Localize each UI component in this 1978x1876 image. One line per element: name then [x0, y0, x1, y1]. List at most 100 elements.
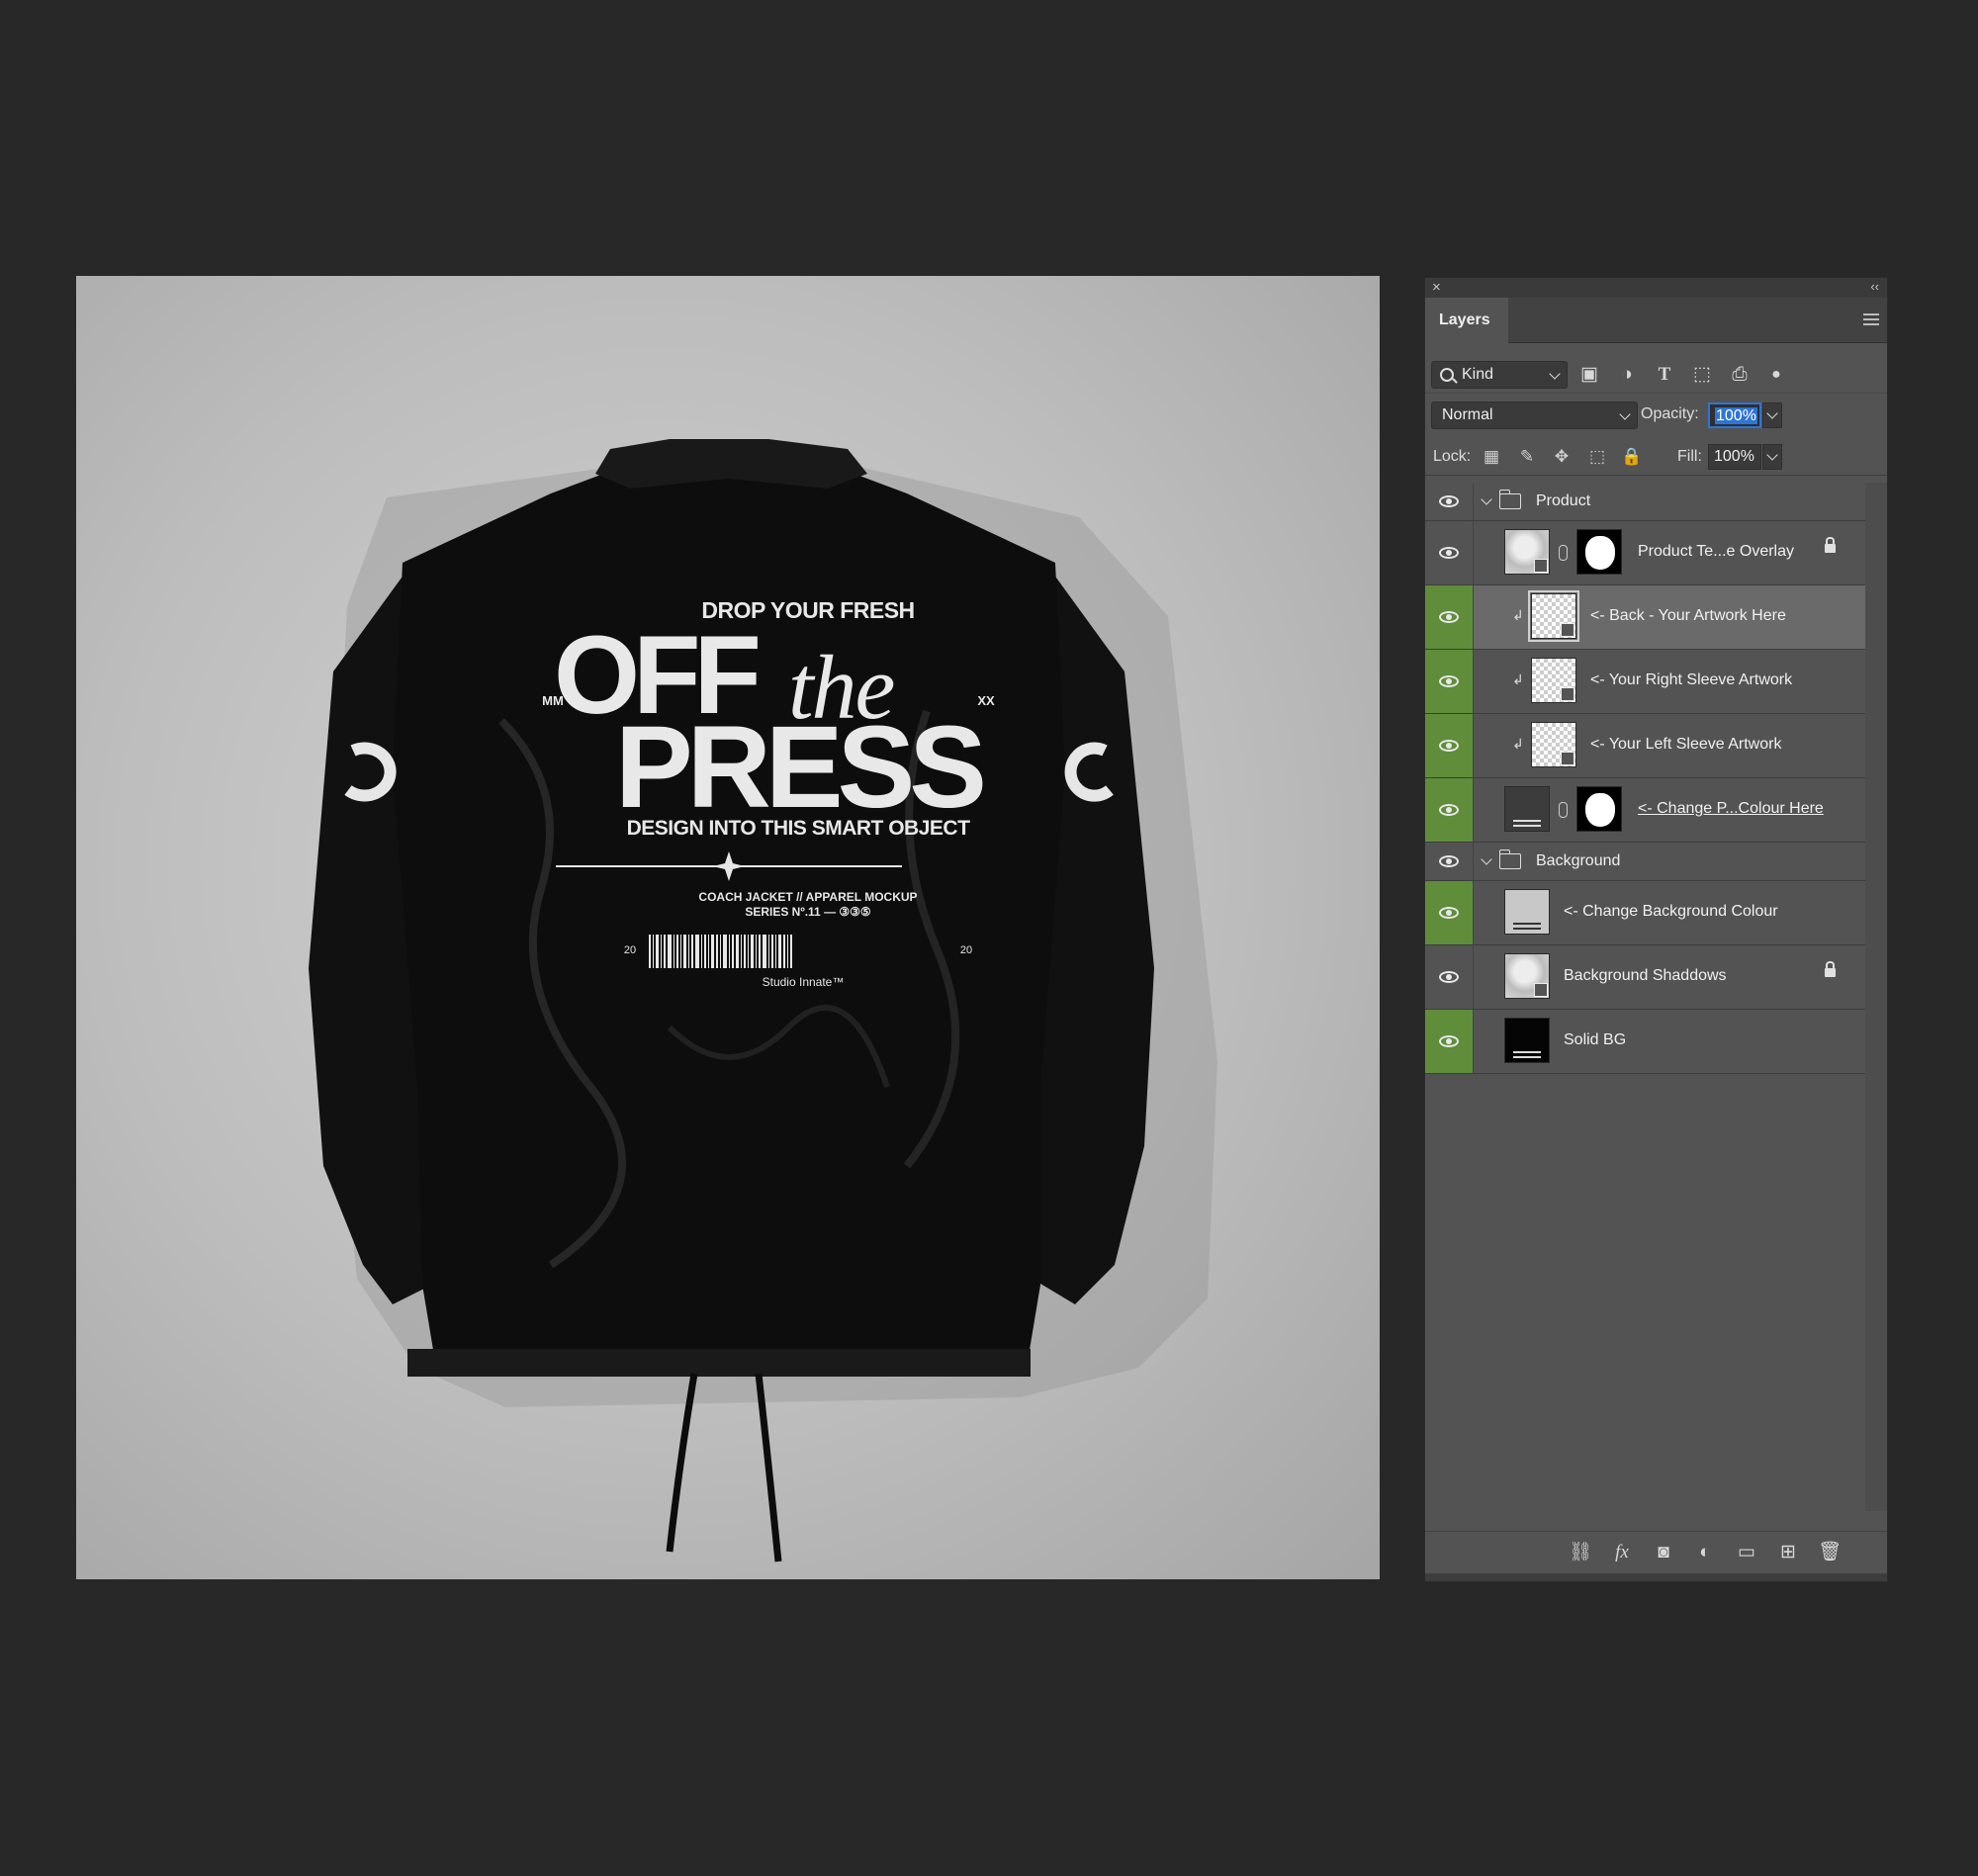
lock-transparent-icon[interactable]: ▦ — [1482, 447, 1501, 467]
search-icon — [1440, 368, 1454, 382]
visibility-toggle[interactable] — [1425, 714, 1473, 777]
visibility-toggle[interactable] — [1425, 1010, 1473, 1073]
mask-link-icon[interactable] — [1559, 802, 1568, 818]
fill-layer-thumbnail — [1504, 889, 1550, 935]
blend-row: Normal Opacity: 100% — [1425, 398, 1887, 433]
layer-solid-bg[interactable]: Solid BG — [1425, 1010, 1865, 1074]
filter-row: Kind ▣ ◑ T ⬚ ⎙ ● — [1425, 357, 1887, 394]
visibility-toggle[interactable] — [1425, 483, 1473, 520]
layer-thumbnail — [1504, 953, 1550, 999]
layer-name: Background — [1536, 852, 1621, 869]
eye-icon — [1439, 804, 1459, 816]
coach-jacket-image — [309, 439, 1217, 1563]
eye-icon — [1439, 971, 1459, 983]
adjustment-filter-icon[interactable]: ◑ — [1616, 364, 1638, 386]
mockup-preview-canvas[interactable]: DROP YOUR FRESH OFF the PRESS MM XX DESI… — [76, 276, 1380, 1579]
filter-toggle-icon[interactable]: ● — [1765, 364, 1787, 386]
layers-list: Product Product Te...e Overlay ↲ <- Back… — [1425, 483, 1865, 1074]
opacity-label: Opacity: — [1641, 405, 1699, 422]
layer-change-background-colour[interactable]: <- Change Background Colour — [1425, 881, 1865, 945]
new-group-icon[interactable]: ▭ — [1735, 1542, 1758, 1563]
layer-name: Background Shaddows — [1564, 967, 1727, 984]
layer-mask-thumbnail[interactable] — [1576, 786, 1622, 832]
chevron-down-icon — [1549, 368, 1561, 380]
lock-label: Lock: — [1433, 448, 1472, 465]
layer-back-artwork[interactable]: ↲ <- Back - Your Artwork Here — [1425, 585, 1865, 650]
collapse-panel-icon[interactable]: ‹‹ — [1870, 279, 1879, 294]
clipping-arrow-icon: ↲ — [1512, 736, 1524, 752]
visibility-toggle[interactable] — [1425, 778, 1473, 842]
layer-right-sleeve-artwork[interactable]: ↲ <- Your Right Sleeve Artwork — [1425, 650, 1865, 714]
layer-name: Solid BG — [1564, 1031, 1627, 1048]
layers-panel: × ‹‹ Layers Kind ▣ ◑ T ⬚ ⎙ ● Normal Opac… — [1424, 277, 1888, 1582]
fill-layer-thumbnail — [1504, 786, 1550, 832]
panel-menu-icon[interactable] — [1863, 313, 1879, 325]
eye-icon — [1439, 855, 1459, 867]
layer-name: <- Change P...Colour Here — [1638, 800, 1824, 817]
group-expand-chevron-icon[interactable] — [1481, 493, 1492, 505]
layer-thumbnail — [1531, 722, 1576, 767]
eye-icon — [1439, 495, 1459, 507]
shape-filter-icon[interactable]: ⬚ — [1691, 364, 1713, 386]
fx-icon[interactable]: fx — [1610, 1542, 1634, 1563]
lock-position-icon[interactable]: ✥ — [1552, 447, 1572, 467]
layer-group-product[interactable]: Product — [1425, 483, 1865, 521]
eye-icon — [1439, 907, 1459, 919]
link-layers-icon[interactable]: ⛓ — [1569, 1542, 1592, 1563]
layer-name: <- Your Right Sleeve Artwork — [1590, 671, 1793, 688]
layer-background-shadows[interactable]: Background Shaddows — [1425, 945, 1865, 1010]
eye-icon — [1439, 547, 1459, 559]
layer-thumbnail — [1528, 590, 1579, 642]
fill-input[interactable]: 100% — [1708, 444, 1761, 470]
fill-value: 100% — [1714, 448, 1754, 465]
panel-tabbar: Layers — [1425, 298, 1887, 343]
close-panel-icon[interactable]: × — [1432, 279, 1441, 296]
layer-mask-thumbnail[interactable] — [1576, 529, 1622, 575]
group-expand-chevron-icon[interactable] — [1481, 853, 1492, 865]
clipping-arrow-icon: ↲ — [1512, 607, 1524, 623]
eye-icon — [1439, 611, 1459, 623]
fill-label: Fill: — [1677, 448, 1702, 465]
layer-left-sleeve-artwork[interactable]: ↲ <- Your Left Sleeve Artwork — [1425, 714, 1865, 778]
smart-object-filter-icon[interactable]: ⎙ — [1729, 364, 1751, 386]
lock-all-icon[interactable]: 🔒 — [1621, 447, 1642, 467]
visibility-toggle[interactable] — [1425, 843, 1473, 880]
adjustment-layer-icon[interactable]: ◐ — [1693, 1542, 1717, 1563]
layer-name: <- Back - Your Artwork Here — [1590, 607, 1786, 624]
lock-paint-icon[interactable]: ✎ — [1517, 447, 1537, 467]
new-layer-icon[interactable]: ⊞ — [1776, 1542, 1800, 1563]
visibility-toggle[interactable] — [1425, 650, 1473, 713]
type-filter-icon[interactable]: T — [1654, 364, 1675, 386]
image-filter-icon[interactable]: ▣ — [1578, 364, 1600, 386]
layer-name: <- Your Left Sleeve Artwork — [1590, 736, 1782, 753]
layer-thumbnail — [1504, 529, 1550, 575]
fill-dropdown-button[interactable] — [1762, 444, 1782, 470]
layer-change-product-colour[interactable]: <- Change P...Colour Here — [1425, 778, 1865, 843]
eye-icon — [1439, 740, 1459, 752]
opacity-dropdown-button[interactable] — [1762, 402, 1782, 428]
fill-layer-thumbnail — [1504, 1018, 1550, 1063]
chevron-down-icon — [1766, 449, 1778, 461]
lock-artboard-icon[interactable]: ⬚ — [1587, 447, 1607, 467]
add-mask-icon[interactable]: ◙ — [1652, 1542, 1675, 1563]
layer-product-texture-overlay[interactable]: Product Te...e Overlay — [1425, 521, 1865, 585]
blend-mode-value: Normal — [1442, 406, 1493, 423]
filter-kind-dropdown[interactable]: Kind — [1431, 361, 1568, 389]
visibility-toggle[interactable] — [1425, 881, 1473, 944]
opacity-input[interactable]: 100% — [1708, 402, 1761, 428]
layer-thumbnail — [1531, 658, 1576, 703]
trash-icon[interactable]: 🗑 — [1818, 1542, 1842, 1563]
layer-group-background[interactable]: Background — [1425, 843, 1865, 881]
lock-icon — [1825, 537, 1836, 553]
blend-mode-dropdown[interactable]: Normal — [1431, 402, 1638, 429]
visibility-toggle[interactable] — [1425, 521, 1473, 584]
mask-link-icon[interactable] — [1559, 545, 1568, 561]
layers-scrollbar[interactable] — [1865, 483, 1887, 1511]
visibility-toggle[interactable] — [1425, 585, 1473, 649]
visibility-toggle[interactable] — [1425, 945, 1473, 1009]
tab-layers[interactable]: Layers — [1425, 298, 1508, 343]
panel-resize-strip[interactable] — [1425, 1573, 1887, 1581]
filter-kind-label: Kind — [1462, 366, 1494, 383]
folder-icon — [1499, 849, 1521, 869]
folder-icon — [1499, 490, 1521, 509]
